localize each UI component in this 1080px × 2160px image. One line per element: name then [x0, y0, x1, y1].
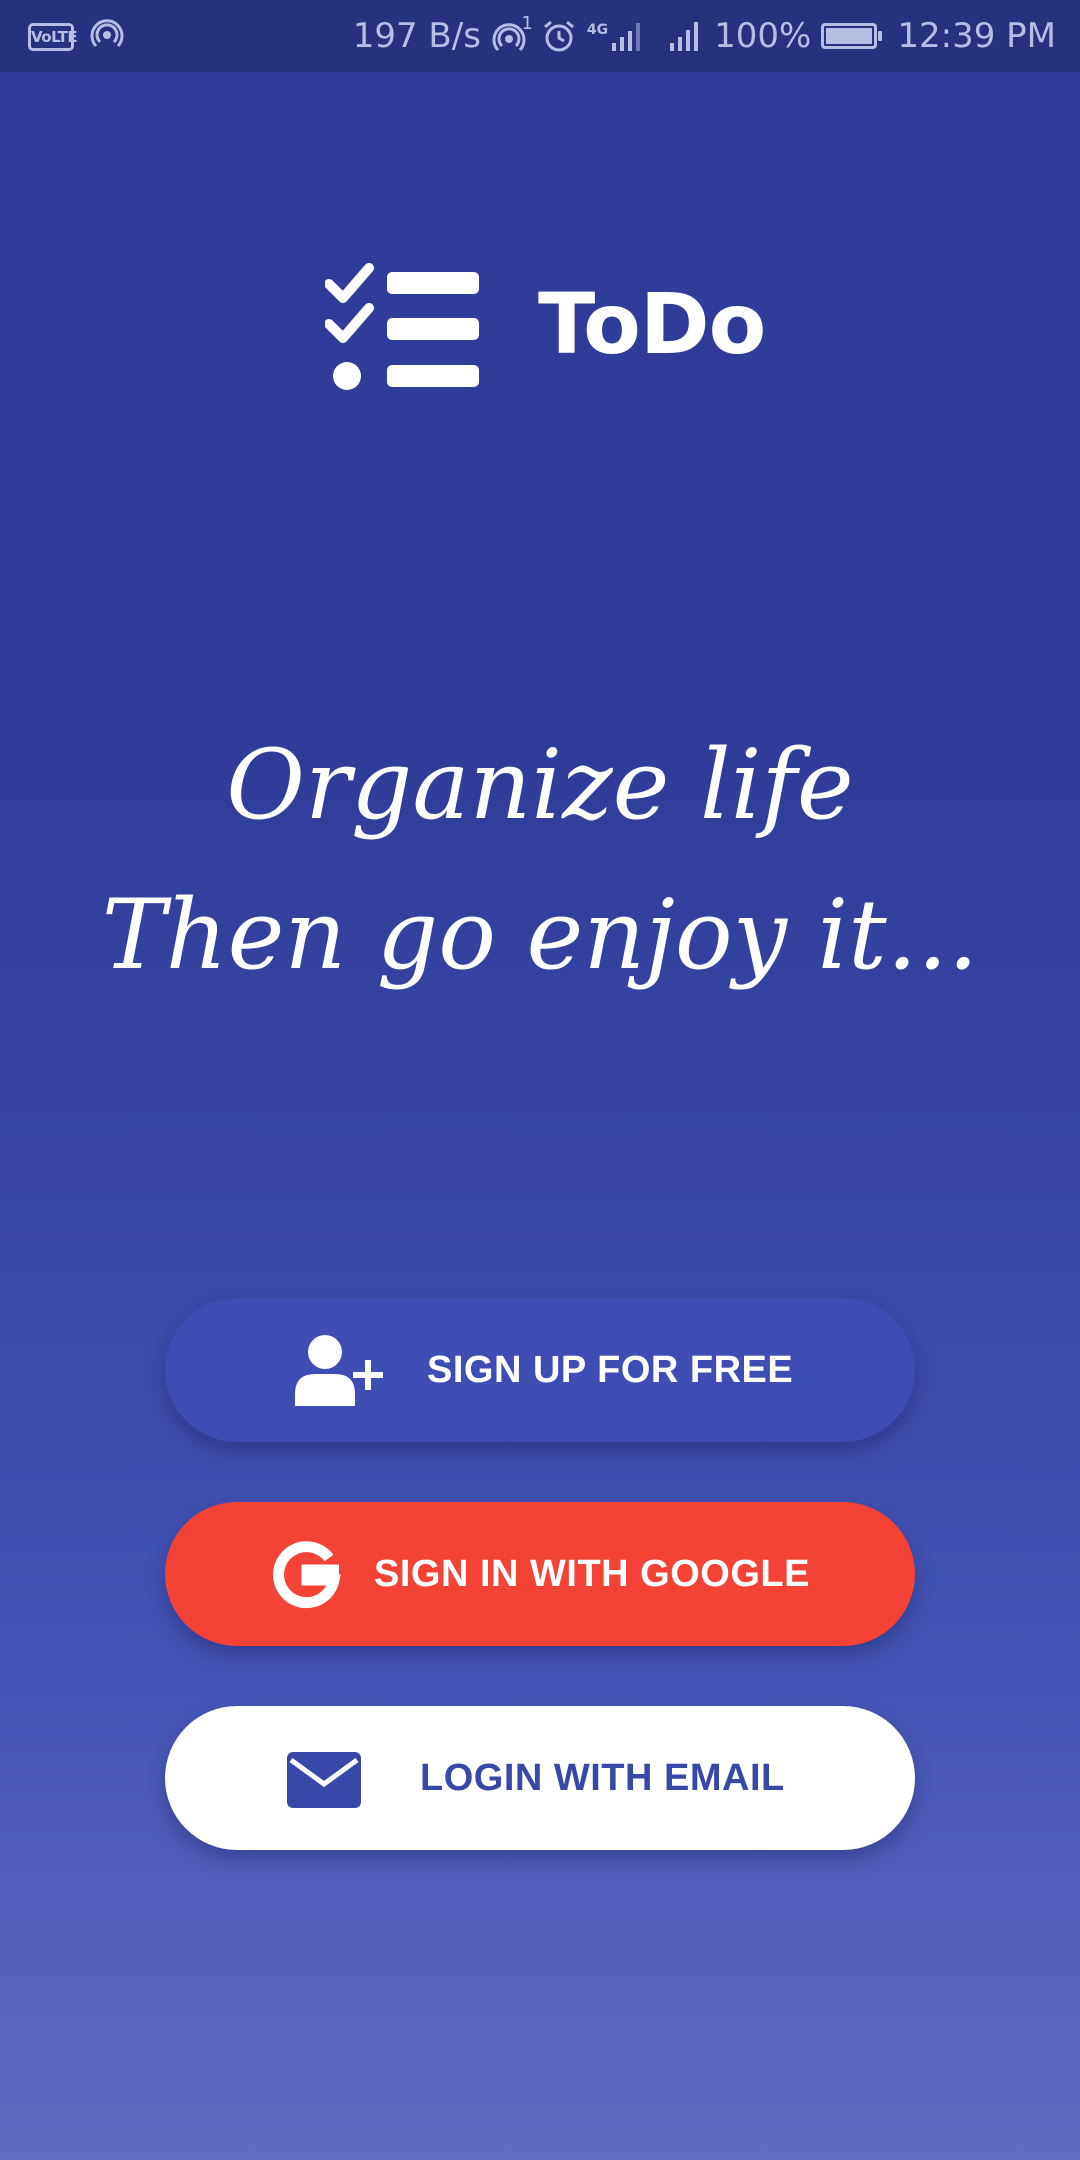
signup-button[interactable]: SIGN UP FOR FREE	[165, 1298, 915, 1442]
checklist-icon	[324, 262, 479, 396]
network-speed: 197 B/s	[352, 16, 481, 56]
google-signin-button[interactable]: SIGN IN WITH GOOGLE	[165, 1502, 915, 1646]
alarm-icon	[541, 18, 577, 54]
email-login-button[interactable]: LOGIN WITH EMAIL	[165, 1706, 915, 1850]
clock: 12:39 PM	[897, 16, 1056, 56]
app-name: ToDo	[538, 275, 766, 373]
signup-button-label: SIGN UP FOR FREE	[427, 1348, 794, 1391]
google-signin-label: SIGN IN WITH GOOGLE	[374, 1552, 810, 1595]
status-right-icons: 197 B/s 1 4G 100% 12:39 PM	[353, 12, 1056, 60]
tagline: Organize life Then go enjoy it...	[0, 710, 1080, 1010]
volte-icon: VoLTE	[28, 23, 78, 51]
hotspot-tethering-icon: 1	[491, 13, 533, 53]
email-login-label: LOGIN WITH EMAIL	[420, 1756, 785, 1799]
signal-4g-icon: 4G	[587, 19, 644, 53]
google-icon	[271, 1540, 341, 1610]
tagline-line-2: Then go enjoy it...	[101, 879, 979, 991]
tagline-line-1: Organize life	[226, 729, 854, 841]
network-type-label: 4G	[586, 22, 609, 38]
battery-percent: 100%	[714, 16, 812, 56]
battery-icon	[821, 23, 883, 49]
app-logo	[324, 262, 479, 396]
envelope-icon	[287, 1752, 361, 1808]
status-left-icons: VoLTE	[28, 18, 124, 56]
hotspot-count: 1	[521, 13, 533, 34]
status-bar: VoLTE 197 B/s 1 4G 100% 12:39 PM	[0, 0, 1080, 72]
hotspot-icon	[90, 18, 124, 56]
add-user-icon	[293, 1334, 385, 1408]
signal-icon	[668, 19, 704, 53]
